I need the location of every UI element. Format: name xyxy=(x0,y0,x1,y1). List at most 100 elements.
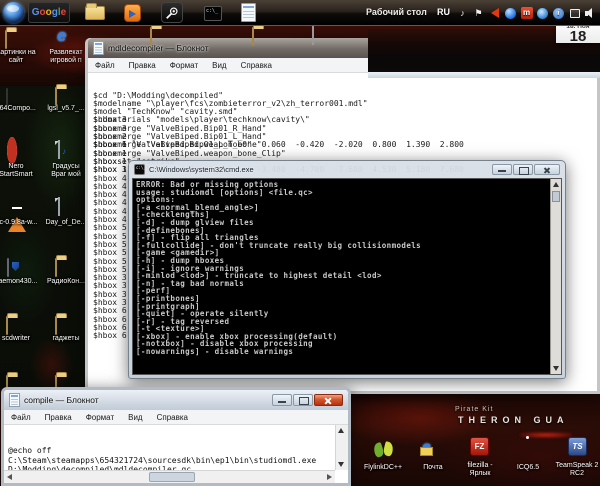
wallpaper-text-pirate-kit: Pirate Kit xyxy=(455,406,493,413)
scroll-up-icon[interactable] xyxy=(553,182,559,187)
folder-icon xyxy=(150,27,152,46)
desktop-icon-folder-top1[interactable] xyxy=(150,28,152,46)
console-line: usage: studiomdl [options] <file.qc> xyxy=(136,189,548,197)
desktop-icon-mail[interactable]: e xyxy=(422,439,431,457)
gadget-day-number: 18 xyxy=(556,30,600,43)
start-orb-icon[interactable] xyxy=(3,2,24,23)
guitar-tray-icon[interactable]: ♪ xyxy=(456,7,469,20)
steam-glyph xyxy=(165,6,179,20)
icon-label: TeamSpeak 2RC2 xyxy=(549,462,600,477)
folder-icon xyxy=(55,258,57,277)
vertical-scrollbar[interactable] xyxy=(550,179,561,374)
menu-item[interactable]: Файл xyxy=(88,61,122,70)
desktop-icon-ie-portal[interactable]: e xyxy=(57,27,66,46)
qc-last-line: $hbox 6 "ValveBiped.Bip01_L_Toe0" 0.060 … xyxy=(93,141,597,149)
desktop-icon-icq[interactable] xyxy=(516,434,532,452)
red-arrow-tray-icon[interactable] xyxy=(488,7,501,20)
light-edge-strip xyxy=(368,72,600,78)
maximize-button[interactable] xyxy=(293,394,313,406)
globe-tray-icon[interactable] xyxy=(536,7,549,20)
close-button[interactable] xyxy=(314,394,343,406)
desktop-screen: Pirate Kit THERON GUA Картинки насайт e … xyxy=(0,0,600,486)
menu-item[interactable]: Формат xyxy=(79,413,121,422)
music-note-icon: ♪ xyxy=(62,147,66,156)
menu-item[interactable]: Справка xyxy=(234,61,279,70)
minimize-button[interactable] xyxy=(272,394,292,406)
batch-line: C:\Steam\steamapps\654321724\sourcesdk\b… xyxy=(8,456,335,466)
daemon-tools-icon xyxy=(7,258,9,277)
blue-badge-tray-icon[interactable] xyxy=(504,7,517,20)
close-button[interactable] xyxy=(534,164,560,175)
desktop-icon-vlc[interactable] xyxy=(8,200,26,218)
desktop-icon-lgsl-folder[interactable] xyxy=(55,88,57,106)
folder-icon xyxy=(55,87,57,106)
menu-item[interactable]: Формат xyxy=(163,61,205,70)
vertical-scrollbar[interactable] xyxy=(335,425,348,470)
titlebar[interactable]: c:\_ C:\Windows\system32\cmd.exe xyxy=(129,161,565,178)
internet-explorer-icon: e xyxy=(57,26,66,45)
desktop-icon-folder-top2[interactable] xyxy=(252,28,254,46)
restore-window-tray-icon[interactable] xyxy=(568,7,581,20)
scroll-down-icon[interactable] xyxy=(338,462,344,467)
menu-item[interactable]: Файл xyxy=(4,413,38,422)
desktop-icon-nero[interactable] xyxy=(7,142,17,160)
language-indicator[interactable]: RU xyxy=(437,7,450,17)
menu-item[interactable]: Правка xyxy=(122,61,163,70)
menu-item[interactable]: Вид xyxy=(205,61,233,70)
minimize-button[interactable] xyxy=(492,164,512,175)
info-tray-icon[interactable]: i xyxy=(552,7,565,20)
scroll-up-icon[interactable] xyxy=(338,428,344,433)
steam-icon[interactable] xyxy=(161,2,183,23)
mp3-file-icon: ♪ xyxy=(58,140,60,159)
desktop-icon-day-of-defeat-file[interactable] xyxy=(58,198,60,216)
scroll-left-icon[interactable] xyxy=(7,474,12,480)
desktop-icon-daemon-tools[interactable] xyxy=(7,259,9,277)
window-title: compile — Блокнот xyxy=(24,395,99,405)
window-controls xyxy=(492,164,560,175)
cmd-window: c:\_ C:\Windows\system32\cmd.exe ERROR: … xyxy=(128,160,566,379)
menu-item[interactable]: Правка xyxy=(38,413,79,422)
console-output-area[interactable]: ERROR: Bad or missing optionsusage: stud… xyxy=(132,178,562,375)
documents-folder-icon[interactable] xyxy=(85,6,105,20)
console-line: [-n] - tag bad normals xyxy=(136,280,548,288)
vlc-cone-icon xyxy=(8,200,26,232)
text-editor-body: @echo offC:\Steam\steamapps\654321724\so… xyxy=(4,425,348,483)
scrollbar-thumb[interactable] xyxy=(552,191,560,202)
menu-item[interactable]: Справка xyxy=(150,413,195,422)
red-m-tray-icon[interactable]: m xyxy=(520,7,533,20)
desktop-icon-scdwriter-folder[interactable] xyxy=(6,317,8,335)
desktop-icon-pictures-folder[interactable] xyxy=(5,31,7,49)
menu-bar: ФайлПравкаФорматВидСправка xyxy=(4,410,348,425)
wallpaper-left-area xyxy=(0,86,86,396)
window-controls xyxy=(272,394,343,406)
document-icon xyxy=(58,197,60,216)
google-search-button[interactable]: Google xyxy=(28,2,70,23)
scroll-down-icon[interactable] xyxy=(553,366,559,371)
icon-label: FlylinkDC++ xyxy=(355,464,411,472)
batch-line: @echo off xyxy=(8,446,335,456)
desktop-icon-radio-folder[interactable] xyxy=(55,259,57,277)
scrollbar-thumb[interactable] xyxy=(149,472,195,482)
desktop-toolbar-label[interactable]: Рабочий стол xyxy=(366,7,427,17)
maximize-button[interactable] xyxy=(513,164,533,175)
window-title: C:\Windows\system32\cmd.exe xyxy=(149,165,254,174)
text-editor-content[interactable]: $cd "D:\Modding\decompiled"$modelname "\… xyxy=(88,73,597,166)
scroll-right-icon[interactable] xyxy=(327,474,332,480)
desktop-icon-filezilla[interactable]: FZ xyxy=(470,437,489,456)
horizontal-scrollbar[interactable] xyxy=(4,470,335,483)
media-player-icon[interactable] xyxy=(124,4,141,22)
volume-tray-icon[interactable] xyxy=(584,7,597,20)
menu-item[interactable]: Вид xyxy=(121,413,149,422)
desktop-icon-teamspeak[interactable]: TS xyxy=(568,437,587,456)
mail-icon: e xyxy=(422,439,431,456)
folder-icon xyxy=(55,316,57,335)
flag-tray-icon[interactable]: ⚑ xyxy=(472,7,485,20)
desktop-icon-mp3-file[interactable]: ♪ xyxy=(58,141,60,159)
text-editor-content[interactable]: @echo offC:\Steam\steamapps\654321724\so… xyxy=(4,425,335,470)
desktop-icon-document-top[interactable] xyxy=(312,27,314,45)
desktop-icon-gadgets-folder[interactable] xyxy=(55,317,57,335)
titlebar[interactable]: compile — Блокнот xyxy=(4,390,348,410)
wallpaper-text-theron: THERON GUA xyxy=(458,415,569,425)
notepad-dock-icon[interactable] xyxy=(241,3,256,22)
cmd-dock-icon[interactable]: c:\_ xyxy=(204,6,222,21)
